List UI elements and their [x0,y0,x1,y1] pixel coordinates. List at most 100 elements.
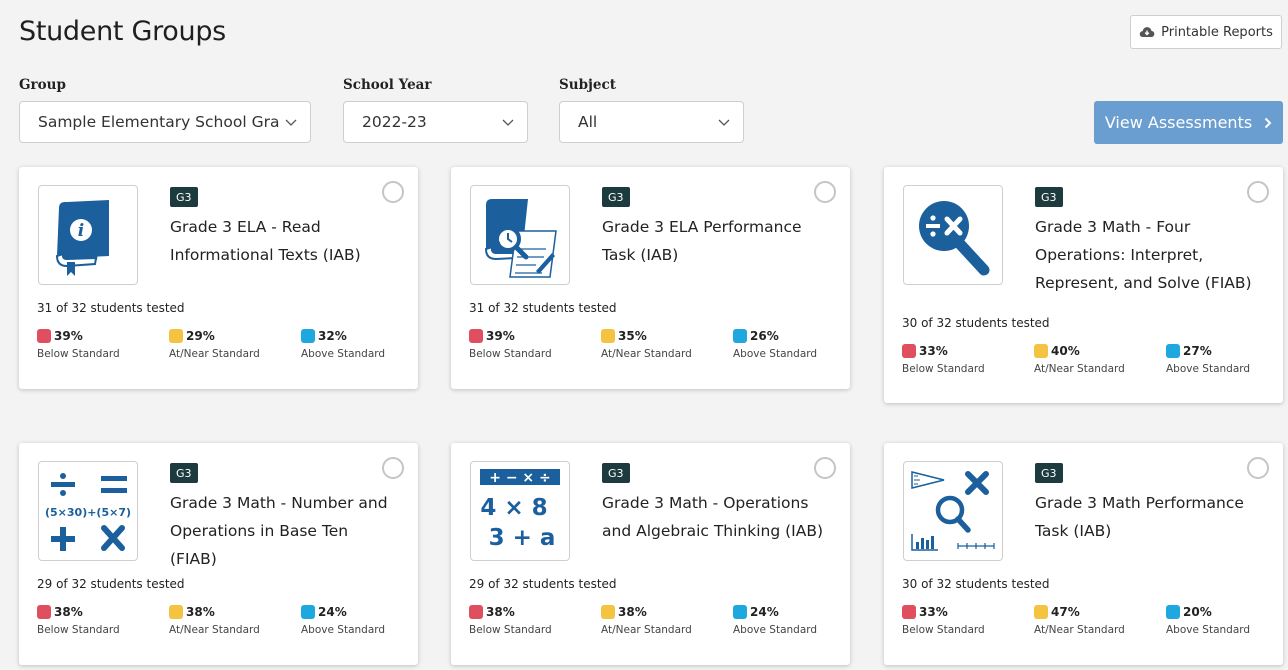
svg-text:(5×30)+(5×7): (5×30)+(5×7) [45,506,131,519]
card-title: Grade 3 Math - Operations and Algebraic … [602,494,824,540]
school-year-select-value: 2022-23 [362,113,427,131]
above-standard-swatch [301,329,315,343]
above-standard-swatch [1166,605,1180,619]
students-tested: 29 of 32 students tested [469,577,617,591]
card-title: Grade 3 ELA - Read Informational Texts (… [170,218,361,264]
below-standard-swatch [37,329,51,343]
stat-near-standard: 35% At/Near Standard [601,329,692,360]
stat-percent: 38% [486,605,515,619]
stat-above-standard: 24% Above Standard [733,605,817,636]
page-title: Student Groups [19,16,226,47]
chevron-down-icon [285,119,297,126]
card-select-radio[interactable] [1247,457,1269,479]
subject-select-value: All [578,113,598,131]
stat-near-standard: 29% At/Near Standard [169,329,260,360]
cloud-download-icon [1139,27,1155,37]
math-symbols-icon: (5×30)+(5×7) [38,461,138,561]
algebra-icon: + − × ÷ 4 × 8 3 + a [470,461,570,561]
near-standard-swatch [601,605,615,619]
subject-filter-label: Subject [559,77,616,93]
stat-percent: 40% [1051,344,1080,358]
view-assessments-label: View Assessments [1104,113,1253,132]
students-tested: 30 of 32 students tested [902,577,1050,591]
chevron-down-icon [502,119,514,126]
magnifier-operations-icon [903,185,1003,285]
grade-badge: G3 [1035,463,1063,483]
stat-percent: 33% [919,605,948,619]
stat-label: Below Standard [902,624,985,636]
near-standard-swatch [1034,605,1048,619]
card-select-radio[interactable] [382,457,404,479]
stat-label: Above Standard [301,624,386,636]
stat-below-standard: 39% Below Standard [469,329,552,360]
card-select-radio[interactable] [1247,181,1269,203]
assessment-card[interactable]: + − × ÷ 4 × 8 3 + a G3 Grade 3 Math - Op… [451,443,850,665]
svg-text:4 × 8: 4 × 8 [480,495,547,521]
grade-badge: G3 [1035,187,1063,207]
stat-above-standard: 27% Above Standard [1166,344,1250,375]
stat-label: Above Standard [301,348,386,360]
grade-badge: G3 [170,463,198,483]
book-info-icon: i [38,185,138,285]
printable-reports-label: Printable Reports [1161,24,1273,40]
stat-label: Above Standard [733,348,818,360]
grade-badge: G3 [170,187,198,207]
stat-percent: 47% [1051,605,1080,619]
stat-near-standard: 38% At/Near Standard [601,605,692,636]
near-standard-swatch [1034,344,1048,358]
stat-percent: 32% [318,329,347,343]
stat-label: Below Standard [469,348,552,360]
near-standard-swatch [169,605,183,619]
near-standard-swatch [601,329,615,343]
below-standard-swatch [469,329,483,343]
math-performance-icon [903,461,1003,561]
assessment-card[interactable]: G3 Grade 3 Math - Four Operations: Inter… [884,167,1283,403]
students-tested: 31 of 32 students tested [469,301,617,315]
stat-below-standard: 38% Below Standard [469,605,552,636]
card-select-radio[interactable] [814,181,836,203]
school-year-filter-label: School Year [343,77,432,93]
assessment-card[interactable]: G3 Grade 3 Math Performance Task (IAB) 3… [884,443,1283,665]
view-assessments-button[interactable]: View Assessments [1094,101,1283,144]
stat-label: At/Near Standard [169,348,260,360]
card-select-radio[interactable] [814,457,836,479]
assessment-card[interactable]: G3 Grade 3 ELA Performance Task (IAB) 31… [451,167,850,389]
stat-below-standard: 33% Below Standard [902,344,985,375]
svg-text:i: i [78,221,84,241]
stat-label: Below Standard [37,624,120,636]
stat-label: At/Near Standard [601,348,692,360]
stat-percent: 24% [750,605,779,619]
stat-near-standard: 38% At/Near Standard [169,605,260,636]
assessment-card[interactable]: i G3 Grade 3 ELA - Read Informational Te… [19,167,418,389]
card-select-radio[interactable] [382,181,404,203]
group-filter-label: Group [19,77,66,93]
school-year-select[interactable]: 2022-23 [343,101,528,143]
below-standard-swatch [37,605,51,619]
svg-text:3 + a: 3 + a [489,525,556,551]
stat-percent: 39% [486,329,515,343]
stat-percent: 27% [1183,344,1212,358]
group-select-value: Sample Elementary School Gra [38,113,280,131]
below-standard-swatch [469,605,483,619]
group-select[interactable]: Sample Elementary School Gra [19,101,311,143]
svg-text:+ − × ÷: + − × ÷ [489,470,551,486]
above-standard-swatch [733,329,747,343]
card-title: Grade 3 Math - Number and Operations in … [170,494,388,568]
assessment-card[interactable]: (5×30)+(5×7) G3 Grade 3 Math - Number an… [19,443,418,665]
stat-label: Below Standard [469,624,552,636]
stat-percent: 38% [618,605,647,619]
stat-label: At/Near Standard [1034,363,1125,375]
grade-badge: G3 [602,463,630,483]
students-tested: 30 of 32 students tested [902,316,1050,330]
stat-percent: 38% [186,605,215,619]
grade-badge: G3 [602,187,630,207]
stat-above-standard: 26% Above Standard [733,329,817,360]
stat-percent: 24% [318,605,347,619]
stat-below-standard: 33% Below Standard [902,605,985,636]
above-standard-swatch [733,605,747,619]
stat-label: Below Standard [902,363,985,375]
near-standard-swatch [169,329,183,343]
subject-select[interactable]: All [559,101,744,143]
printable-reports-button[interactable]: Printable Reports [1130,15,1282,49]
stat-percent: 35% [618,329,647,343]
